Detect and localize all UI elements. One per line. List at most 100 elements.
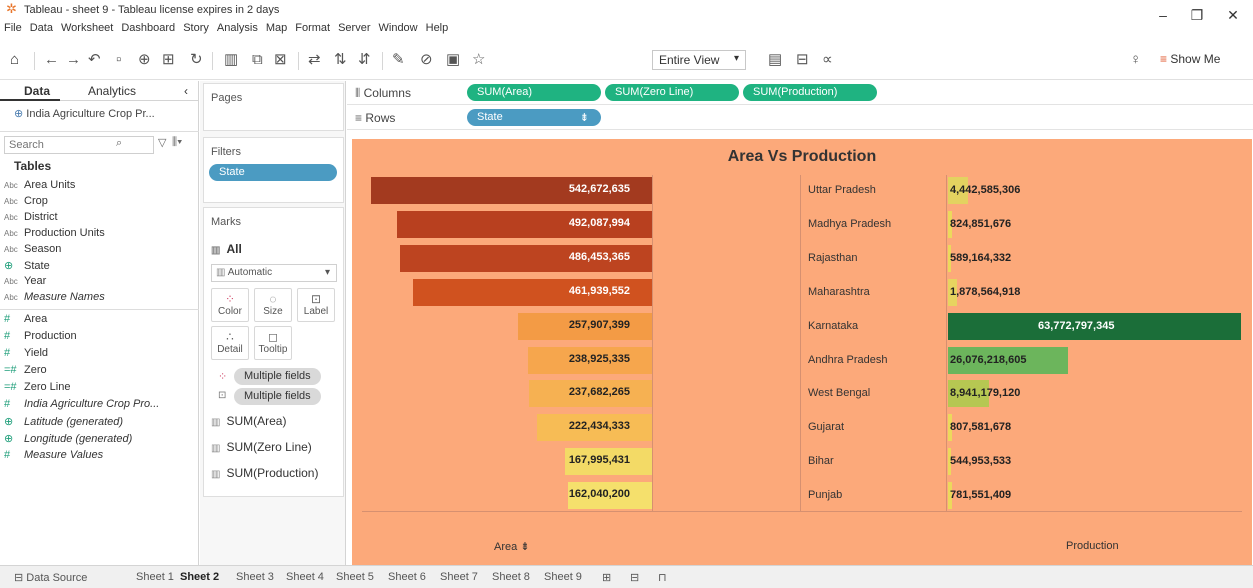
menu-window[interactable]: Window: [375, 20, 422, 34]
field-season[interactable]: Abc Season: [4, 243, 61, 259]
area-bar[interactable]: 257,907,399: [518, 312, 652, 340]
field-zero[interactable]: =# Zero: [4, 364, 47, 380]
sheet-tab-2[interactable]: Sheet 2: [180, 571, 219, 583]
sheet-tab-8[interactable]: Sheet 8: [492, 571, 530, 583]
field-crop[interactable]: Abc Crop: [4, 195, 48, 211]
rows-pill-state[interactable]: State ⇟: [467, 109, 601, 126]
area-bar[interactable]: 222,434,333: [536, 414, 652, 442]
filter-pill-state[interactable]: State: [209, 164, 337, 181]
new-datasource-icon[interactable]: ⊕: [138, 52, 151, 68]
view-options-icon[interactable]: ⫼▾: [172, 136, 182, 149]
detail-button[interactable]: ∴ Detail: [211, 326, 249, 360]
area-bar[interactable]: 237,682,265: [528, 380, 652, 408]
show-cards-icon[interactable]: ▤: [768, 52, 782, 68]
group-icon[interactable]: ⊘: [420, 52, 433, 68]
sheet-tab-5[interactable]: Sheet 5: [336, 571, 374, 583]
tooltip-button[interactable]: ◻ Tooltip: [254, 326, 292, 360]
menu-worksheet[interactable]: Worksheet: [57, 20, 117, 34]
menu-file[interactable]: File: [0, 20, 26, 34]
presentation-icon[interactable]: ⊟: [796, 52, 809, 68]
duplicate-icon[interactable]: ⧉: [252, 52, 263, 68]
pages-card[interactable]: Pages: [203, 83, 344, 131]
sheet-tab-1[interactable]: Sheet 1: [136, 571, 174, 583]
new-worksheet-icon[interactable]: ▥: [224, 52, 238, 68]
sheet-tab-6[interactable]: Sheet 6: [388, 571, 426, 583]
area-bar[interactable]: 167,995,431: [565, 448, 652, 476]
field-crop-count[interactable]: # India Agriculture Crop Pro...: [4, 398, 159, 414]
menu-data[interactable]: Data: [26, 20, 57, 34]
area-bar[interactable]: 542,672,635: [370, 177, 652, 204]
marks-layer-production[interactable]: ▥ SUM(Production): [211, 466, 318, 480]
home-icon[interactable]: ⌂: [10, 52, 19, 68]
search-input[interactable]: [4, 136, 154, 154]
field-longitude[interactable]: ⊕ Longitude (generated): [4, 432, 132, 448]
field-measure-values[interactable]: # Measure Values: [4, 449, 103, 465]
viz-canvas[interactable]: Area Vs Production 542,672,635 Uttar Prad…: [352, 139, 1252, 565]
columns-pill-production[interactable]: SUM(Production): [743, 84, 877, 101]
field-year[interactable]: Abc Year: [4, 275, 46, 291]
marks-card[interactable]: Marks ▥ All ▥ Automatic ▾ ⁘ Color ◌ Size ⊡ La…: [203, 207, 344, 497]
undo-icon[interactable]: ↶: [88, 52, 101, 68]
tab-data-source[interactable]: ⊟ Data Source: [14, 571, 87, 584]
menu-analysis[interactable]: Analysis: [213, 20, 262, 34]
area-bar[interactable]: 492,087,994: [397, 210, 652, 238]
clear-sheet-icon[interactable]: ⊠: [274, 52, 287, 68]
field-production-units[interactable]: Abc Production Units: [4, 227, 105, 243]
refresh-icon[interactable]: ↻: [190, 52, 203, 68]
sort-descending-icon[interactable]: ⇵: [358, 52, 371, 68]
field-latitude[interactable]: ⊕ Latitude (generated): [4, 415, 123, 431]
sheet-tab-9[interactable]: Sheet 9: [544, 571, 582, 583]
label-button[interactable]: ⊡ Label: [297, 288, 335, 322]
rows-shelf[interactable]: ≡ Rows State ⇟: [347, 106, 1253, 130]
mark-type-select[interactable]: ▥ Automatic ▾: [211, 264, 337, 282]
sheet-tab-3[interactable]: Sheet 3: [236, 571, 274, 583]
pin-search-icon[interactable]: ♀: [1130, 52, 1141, 68]
size-button[interactable]: ◌ Size: [254, 288, 292, 322]
back-icon[interactable]: ←: [44, 52, 59, 68]
save-icon[interactable]: ▫: [116, 52, 121, 68]
field-zero-line[interactable]: =# Zero Line: [4, 381, 70, 397]
datasource-item[interactable]: ⊕ India Agriculture Crop Pr...: [14, 107, 155, 120]
field-production[interactable]: # Production: [4, 330, 77, 346]
share-icon[interactable]: ∝: [822, 52, 833, 68]
area-bar[interactable]: 162,040,200: [568, 482, 652, 510]
new-sheet-icon[interactable]: ⊞: [162, 52, 175, 68]
search-icon[interactable]: ⌕: [116, 137, 122, 150]
menu-map[interactable]: Map: [262, 20, 291, 34]
marks-layer-zero-line[interactable]: ▥ SUM(Zero Line): [211, 440, 312, 454]
menu-dashboard[interactable]: Dashboard: [117, 20, 179, 34]
marks-all-tab[interactable]: ▥ All: [211, 242, 242, 256]
columns-pill-area[interactable]: SUM(Area): [467, 84, 601, 101]
swap-icon[interactable]: ⇄: [308, 52, 321, 68]
multiple-fields-color-pill[interactable]: Multiple fields: [234, 368, 321, 385]
field-area-units[interactable]: Abc Area Units: [4, 179, 75, 195]
menu-help[interactable]: Help: [422, 20, 453, 34]
filters-card[interactable]: Filters State: [203, 137, 344, 203]
sheet-tab-7[interactable]: Sheet 7: [440, 571, 478, 583]
menu-story[interactable]: Story: [179, 20, 213, 34]
forward-icon[interactable]: →: [66, 52, 81, 68]
multiple-fields-label-pill[interactable]: Multiple fields: [234, 388, 321, 405]
menu-server[interactable]: Server: [334, 20, 374, 34]
field-yield[interactable]: # Yield: [4, 347, 48, 363]
pin-icon[interactable]: ☆: [472, 52, 485, 68]
marks-layer-area[interactable]: ▥ SUM(Area): [211, 414, 286, 428]
area-bar[interactable]: 238,925,335: [528, 346, 652, 374]
columns-pill-zero-line[interactable]: SUM(Zero Line): [605, 84, 739, 101]
field-area[interactable]: # Area: [4, 313, 47, 329]
color-button[interactable]: ⁘ Color: [211, 288, 249, 322]
field-state[interactable]: ⊕ State: [4, 259, 50, 275]
menu-format[interactable]: Format: [291, 20, 334, 34]
area-bar[interactable]: 486,453,365: [400, 244, 652, 272]
new-dashboard-icon[interactable]: ⊟: [630, 571, 639, 584]
highlight-icon[interactable]: ✎: [392, 52, 405, 68]
columns-shelf[interactable]: ⦀ Columns SUM(Area) SUM(Zero Line) SUM(P…: [347, 81, 1253, 105]
label-icon[interactable]: ▣: [446, 52, 460, 68]
show-me-button[interactable]: ≡ Show Me: [1160, 52, 1220, 66]
area-bar[interactable]: 461,939,552: [412, 278, 652, 306]
filter-icon[interactable]: ▽: [158, 136, 166, 149]
new-story-icon[interactable]: ⊓: [658, 571, 667, 584]
tab-analytics[interactable]: Analytics ‹: [60, 81, 199, 101]
sort-ascending-icon[interactable]: ⇅: [334, 52, 347, 68]
new-worksheet-icon[interactable]: ⊞: [602, 571, 611, 584]
